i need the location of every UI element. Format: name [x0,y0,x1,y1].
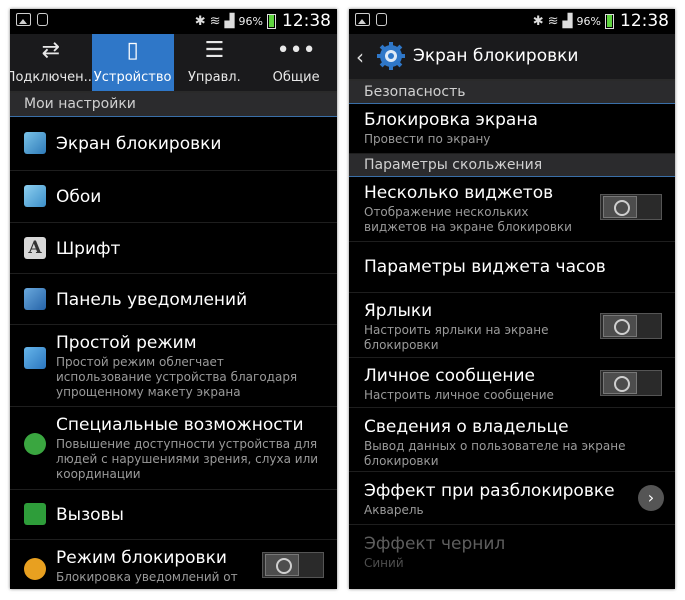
settings-item-unlock-effect[interactable]: Эффект при разблокировке Акварель › [349,472,675,525]
lock-screen-settings-screen: ✱ ≋ ▟ 96% 12:38 ‹ Экран блокировки Безоп… [349,9,675,589]
personal-message-toggle[interactable] [600,370,662,396]
bluetooth-icon: ✱ [532,13,544,29]
action-bar: ‹ Экран блокировки [349,34,675,81]
font-icon: A [24,237,46,259]
battery-percent: 96% [238,14,263,28]
notification-panel-icon [24,288,46,310]
item-title: Эффект чернил [364,534,506,554]
device-notification-icon [37,13,48,26]
bluetooth-icon: ✱ [194,13,206,29]
chevron-right-icon[interactable]: › [638,485,664,511]
wallpaper-icon [24,185,46,207]
battery-icon [605,13,614,29]
tab-label: Общие [272,70,320,85]
item-subtitle: Простой режим облегчает использование ус… [56,355,298,399]
section-swipe-options: Параметры скольжения [349,154,675,177]
back-icon[interactable]: ‹ [356,45,364,69]
settings-tabs: ⇄ Подключен... ▯ Устройство ☰ Управл. ••… [10,34,337,93]
lock-screen-icon [24,132,46,154]
more-dots-icon: ••• [276,38,316,63]
wifi-icon: ≋ [547,13,559,29]
gear-icon [377,42,405,70]
device-notification-icon [376,13,387,26]
clock: 12:38 [282,11,331,31]
item-subtitle: Вывод данных о пользователе на экране бл… [364,439,626,468]
item-title: Эффект при разблокировке [364,481,615,501]
item-subtitle: Акварель [364,503,424,517]
calls-icon [24,503,46,525]
item-title: Обои [56,187,102,207]
tab-controls[interactable]: ☰ Управл. [174,34,256,91]
wifi-icon: ≋ [209,13,221,29]
toggle-knob [603,315,637,337]
settings-device-screen: ✱ ≋ ▟ 96% 12:38 ⇄ Подключен... ▯ Устройс… [10,9,337,589]
settings-item-lock-screen[interactable]: Экран блокировки [10,117,337,171]
settings-item-owner-info[interactable]: Сведения о владельце Вывод данных о поль… [349,408,675,472]
item-title: Вызовы [56,505,124,525]
item-subtitle: Повышение доступности устройства для люд… [56,437,319,481]
clock: 12:38 [620,11,669,31]
swap-arrows-icon: ⇄ [41,38,61,63]
gallery-notification-icon [355,13,370,26]
easy-mode-icon [24,347,46,369]
toggle-knob [603,196,637,218]
sliders-icon: ☰ [204,38,225,63]
settings-item-font[interactable]: A Шрифт [10,223,337,274]
gallery-notification-icon [16,13,31,26]
settings-item-notification-panel[interactable]: Панель уведомлений [10,274,337,325]
item-title: Сведения о владельце [364,417,569,437]
item-title: Блокировка экрана [364,110,538,130]
blocking-mode-icon [24,558,46,580]
status-bar: ✱ ≋ ▟ 96% 12:38 [349,9,675,34]
tab-general[interactable]: ••• Общие [255,34,337,91]
signal-icon: ▟ [224,13,235,29]
settings-item-multiple-widgets[interactable]: Несколько виджетов Отображение нескольки… [349,177,675,242]
item-title: Простой режим [56,333,197,353]
item-title: Экран блокировки [56,134,222,154]
blocking-mode-toggle[interactable] [262,552,324,578]
battery-icon [267,13,276,29]
page-title: Экран блокировки [413,46,579,66]
settings-item-ink-effect: Эффект чернил Синий [349,525,675,580]
tab-label: Устройство [93,70,172,85]
settings-item-accessibility[interactable]: Специальные возможности Повышение доступ… [10,407,337,490]
battery-percent: 96% [576,14,601,28]
item-title: Панель уведомлений [56,290,248,310]
status-bar: ✱ ≋ ▟ 96% 12:38 [10,9,337,34]
tab-label: Управл. [188,70,241,85]
settings-item-easy-mode[interactable]: Простой режим Простой режим облегчает ис… [10,325,337,407]
settings-item-calls[interactable]: Вызовы [10,490,337,540]
settings-item-clock-widget-options[interactable]: Параметры виджета часов [349,242,675,293]
tab-connections[interactable]: ⇄ Подключен... [10,34,92,91]
toggle-knob [265,554,299,576]
item-title: Параметры виджета часов [364,257,606,277]
tab-device[interactable]: ▯ Устройство [91,34,174,91]
item-title: Специальные возможности [56,415,304,435]
settings-item-shortcuts[interactable]: Ярлыки Настроить ярлыки на экране блокир… [349,293,675,358]
shortcuts-toggle[interactable] [600,313,662,339]
section-security: Безопасность [349,81,675,104]
multiple-widgets-toggle[interactable] [600,194,662,220]
settings-item-personal-message[interactable]: Личное сообщение Настроить личное сообще… [349,358,675,408]
device-icon: ▯ [126,38,139,63]
section-my-settings: Мои настройки [10,93,337,117]
settings-item-blocking-mode[interactable]: Режим блокировки Блокировка уведомлений … [10,540,337,589]
accessibility-icon [24,433,46,455]
settings-item-screen-lock[interactable]: Блокировка экрана Провести по экрану [349,104,675,154]
item-subtitle: Провести по экрану [364,132,491,146]
item-subtitle: Синий [364,556,404,570]
tab-label: Подключен... [10,70,92,85]
item-title: Шрифт [56,239,121,259]
signal-icon: ▟ [562,13,573,29]
toggle-knob [603,372,637,394]
settings-item-wallpaper[interactable]: Обои [10,171,337,223]
